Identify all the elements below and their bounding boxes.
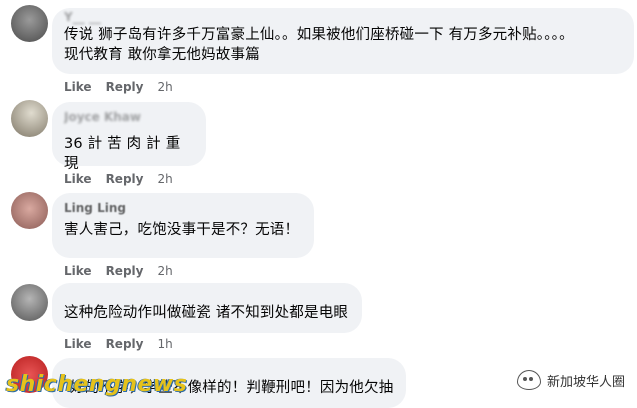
like-button[interactable]: Like <box>64 80 92 94</box>
comment-timestamp[interactable]: 2h <box>157 264 172 278</box>
reply-button[interactable]: Reply <box>106 172 144 186</box>
comment-actions: Like Reply 2h <box>64 80 173 94</box>
comment-bubble: Ling Ling 害人害己，吃饱没事干是不？无语！ <box>52 193 314 258</box>
like-button[interactable]: Like <box>64 337 92 351</box>
comment-text: 害人害己，吃饱没事干是不？无语！ <box>64 222 300 238</box>
like-button[interactable]: Like <box>64 172 92 186</box>
comment-bubble: Y__ __ 传说 狮子岛有许多千万富豪上仙。。如果被他们座桥碰一下 有万多元补… <box>52 8 634 74</box>
comment-text: 传说 狮子岛有许多千万富豪上仙。。如果被他们座桥碰一下 有万多元补贴。。。。 现… <box>64 27 574 63</box>
comment-author[interactable] <box>64 291 350 297</box>
comment-actions: Like Reply 1h <box>64 337 173 351</box>
comment-author[interactable]: Ling Ling <box>64 201 302 216</box>
comment-bubble: 这种危险动作叫做碰瓷 诸不知到处都是电眼 <box>52 283 362 333</box>
comment-timestamp[interactable]: 2h <box>157 80 172 94</box>
comment-actions: Like Reply 2h <box>64 172 173 186</box>
avatar[interactable] <box>11 100 48 137</box>
comment-author[interactable]: Y__ __ <box>64 10 622 25</box>
comment-timestamp[interactable]: 1h <box>157 337 172 351</box>
comment-text: 36 計 苦 肉 計 重 現 <box>64 136 186 172</box>
watermark-shichengnews: shichengnews <box>6 372 188 397</box>
reply-button[interactable]: Reply <box>106 80 144 94</box>
avatar[interactable] <box>11 192 48 229</box>
reply-button[interactable]: Reply <box>106 264 144 278</box>
comment-text: 这种危险动作叫做碰瓷 诸不知到处都是电眼 <box>64 305 349 321</box>
reply-button[interactable]: Reply <box>106 337 144 351</box>
watermark-wechat: 新加坡华人圈 <box>516 370 625 390</box>
avatar[interactable] <box>11 284 48 321</box>
comment-author[interactable]: Joyce Khaw <box>64 110 194 125</box>
wechat-icon <box>516 370 541 390</box>
like-button[interactable]: Like <box>64 264 92 278</box>
watermark-label: 新加坡华人圈 <box>546 374 625 390</box>
comment-timestamp[interactable]: 2h <box>157 172 172 186</box>
avatar[interactable] <box>11 5 48 42</box>
comment-bubble: Joyce Khaw 36 計 苦 肉 計 重 現 <box>52 102 206 172</box>
comment-actions: Like Reply 2h <box>64 264 173 278</box>
